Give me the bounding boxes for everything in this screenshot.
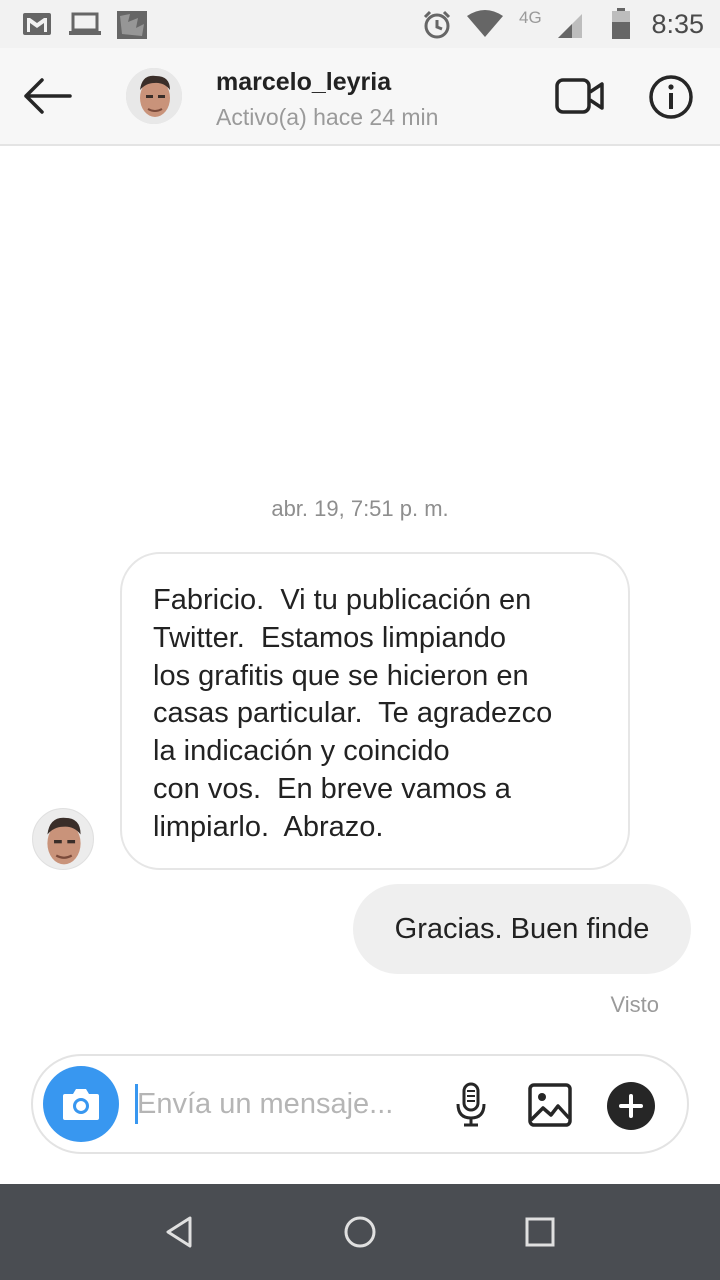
info-icon[interactable] [648,74,694,120]
wifi-icon [467,10,503,37]
gallery-icon[interactable] [527,1082,573,1128]
message-composer [31,1054,689,1154]
more-options-button[interactable] [607,1082,655,1130]
message-line: la indicación y coincido [153,735,450,768]
message-timestamp: abr. 19, 7:51 p. m. [271,496,449,521]
activity-status: Activo(a) hace 24 min [216,104,439,130]
video-call-icon[interactable] [554,76,606,116]
gmail-icon [23,13,51,35]
message-line: casas particular. Te agradezco [153,697,553,730]
nav-home-icon[interactable] [342,1214,378,1250]
seen-status: Visto [610,992,659,1017]
chat-username[interactable]: marcelo_leyria [216,68,391,97]
app-icon [117,11,147,39]
message-input[interactable] [137,1076,437,1132]
nav-recents-icon[interactable] [522,1214,558,1250]
camera-icon [63,1089,99,1120]
alarm-icon [423,10,451,39]
battery-icon [612,8,630,39]
back-arrow-icon[interactable] [20,74,76,118]
incoming-message-bubble[interactable]: Fabricio. Vi tu publicación en Twitter. … [120,552,630,870]
message-line: los grafitis que se hicieron en [153,659,529,692]
microphone-icon[interactable] [453,1082,489,1128]
avatar[interactable] [126,68,182,124]
clock: 8:35 [651,9,704,39]
status-bar: 4G 8:35 [0,0,720,48]
chat-header: marcelo_leyria Activo(a) hace 24 min [0,48,720,146]
message-line: Fabricio. Vi tu publicación en [153,584,532,616]
outgoing-message-bubble[interactable]: Gracias. Buen finde [353,884,691,974]
network-type-label: 4G [519,8,542,27]
system-navigation-bar [0,1184,720,1280]
message-line: con vos. En breve vamos a [153,772,511,805]
profile-photo-image [33,809,93,869]
profile-photo-image [126,68,182,124]
nav-back-icon[interactable] [162,1214,198,1250]
sender-avatar[interactable] [32,808,94,870]
laptop-icon [69,12,101,35]
camera-button[interactable] [43,1066,119,1142]
signal-icon [558,14,582,38]
message-line: limpiarlo. Abrazo. [153,810,384,843]
message-line: Twitter. Estamos limpiando [153,621,506,654]
plus-icon [619,1094,643,1118]
